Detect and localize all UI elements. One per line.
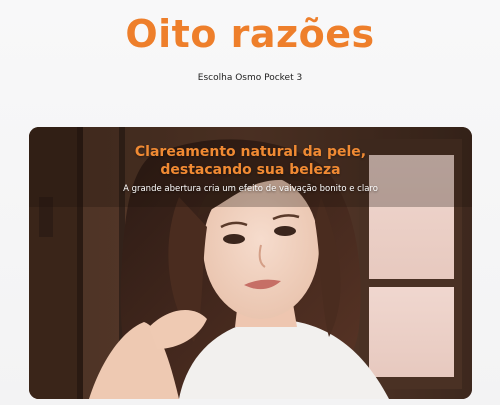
feature-headline: Clareamento natural da pele, destacando … bbox=[29, 143, 472, 179]
feature-headline-line2: destacando sua beleza bbox=[160, 162, 341, 178]
page-subtitle: Escolha Osmo Pocket 3 bbox=[197, 73, 303, 83]
feature-card: Clareamento natural da pele, destacando … bbox=[29, 127, 472, 399]
feature-description: A grande abertura cria um efeito de vaiv… bbox=[123, 184, 378, 194]
page-title: Oito razões bbox=[125, 12, 375, 56]
page: Oito razões Escolha Osmo Pocket 3 Clarea… bbox=[0, 0, 500, 405]
feature-headline-line1: Clareamento natural da pele, bbox=[134, 144, 367, 160]
